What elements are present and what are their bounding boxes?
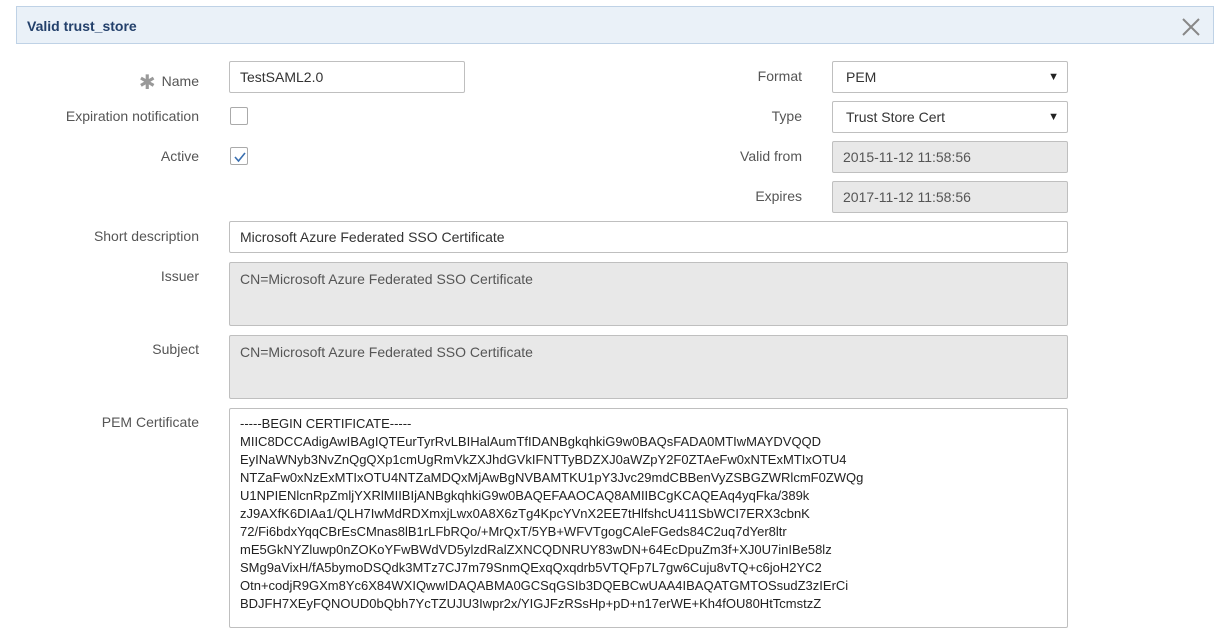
short-description-input[interactable]: Microsoft Azure Federated SSO Certificat…: [229, 221, 1068, 253]
active-label: Active: [160, 148, 199, 164]
name-input[interactable]: TestSAML2.0: [229, 61, 465, 93]
type-label: Type: [771, 108, 802, 124]
required-icon: ✱: [138, 72, 156, 94]
subject-field: CN=Microsoft Azure Federated SSO Certifi…: [229, 335, 1068, 399]
expiration-notification-checkbox[interactable]: [230, 107, 248, 125]
pem-line: Otn+codjR9GXm8Yc6X84WXIQwwIDAQABMA0GCSqG…: [240, 578, 849, 593]
pem-line: MIIC8DCCAdigAwIBAgIQTEurTyrRvLBIHalAumTf…: [240, 434, 822, 449]
pem-certificate-label: PEM Certificate: [101, 414, 199, 430]
pem-line: 72/Fi6bdxYqqCBrEsCMnas8lB1rLFbRQo/+MrQxT…: [240, 524, 787, 539]
expires-label: Expires: [755, 188, 802, 204]
subject-label: Subject: [152, 341, 199, 357]
pem-line: BDJFH7XEyFQNOUD0bQbh7YcTZUJU3Iwpr2x/YIGJ…: [240, 596, 822, 611]
close-icon[interactable]: [1181, 17, 1201, 37]
dropdown-arrow-icon: ▼: [1048, 71, 1059, 83]
pem-line: -----BEGIN CERTIFICATE-----: [240, 416, 412, 431]
valid-from-field: 2015-11-12 11:58:56: [832, 141, 1068, 173]
expires-field: 2017-11-12 11:58:56: [832, 181, 1068, 213]
active-checkbox[interactable]: [230, 147, 248, 165]
pem-line: NTZaFw0xNzExMTIxOTU4NTZaMDQxMjAwBgNVBAMT…: [240, 470, 864, 485]
format-select[interactable]: PEM ▼: [832, 61, 1068, 93]
pem-line: zJ9AXfK6DIAa1/QLH7IwMdRDXmxjLwx0A8X6zTg4…: [240, 506, 810, 521]
pem-line: mE5GkNYZluwp0nZOKoYFwBWdVD5ylzdRalZXNCQD…: [240, 542, 832, 557]
alert-banner: Valid trust_store: [16, 6, 1214, 44]
banner-title: Valid trust_store: [27, 18, 137, 34]
issuer-label: Issuer: [160, 268, 199, 284]
valid-from-label: Valid from: [740, 148, 802, 164]
pem-certificate-textarea[interactable]: -----BEGIN CERTIFICATE----- MIIC8DCCAdig…: [229, 408, 1068, 628]
type-select[interactable]: Trust Store Cert ▼: [832, 101, 1068, 133]
checkmark-icon: [234, 152, 246, 163]
format-label: Format: [757, 68, 802, 84]
dropdown-arrow-icon: ▼: [1048, 111, 1059, 123]
issuer-field: CN=Microsoft Azure Federated SSO Certifi…: [229, 262, 1068, 326]
type-select-value: Trust Store Cert: [846, 109, 946, 125]
name-label: ✱ Name: [138, 72, 199, 94]
pem-line: EyINaWNyb3NvZnQgQXp1cmUgRmVkZXJhdGVkIFNT…: [240, 452, 847, 467]
pem-line: U1NPIENlcnRpZmljYXRlMIIBIjANBgkqhkiG9w0B…: [240, 488, 810, 503]
expiration-notification-label: Expiration notification: [65, 108, 199, 124]
format-select-value: PEM: [846, 69, 877, 85]
pem-line: SMg9aVixH/fA5bymoDSQdk3MTz7CJ7m79SnmQExq…: [240, 560, 822, 575]
short-description-label: Short description: [93, 228, 199, 244]
